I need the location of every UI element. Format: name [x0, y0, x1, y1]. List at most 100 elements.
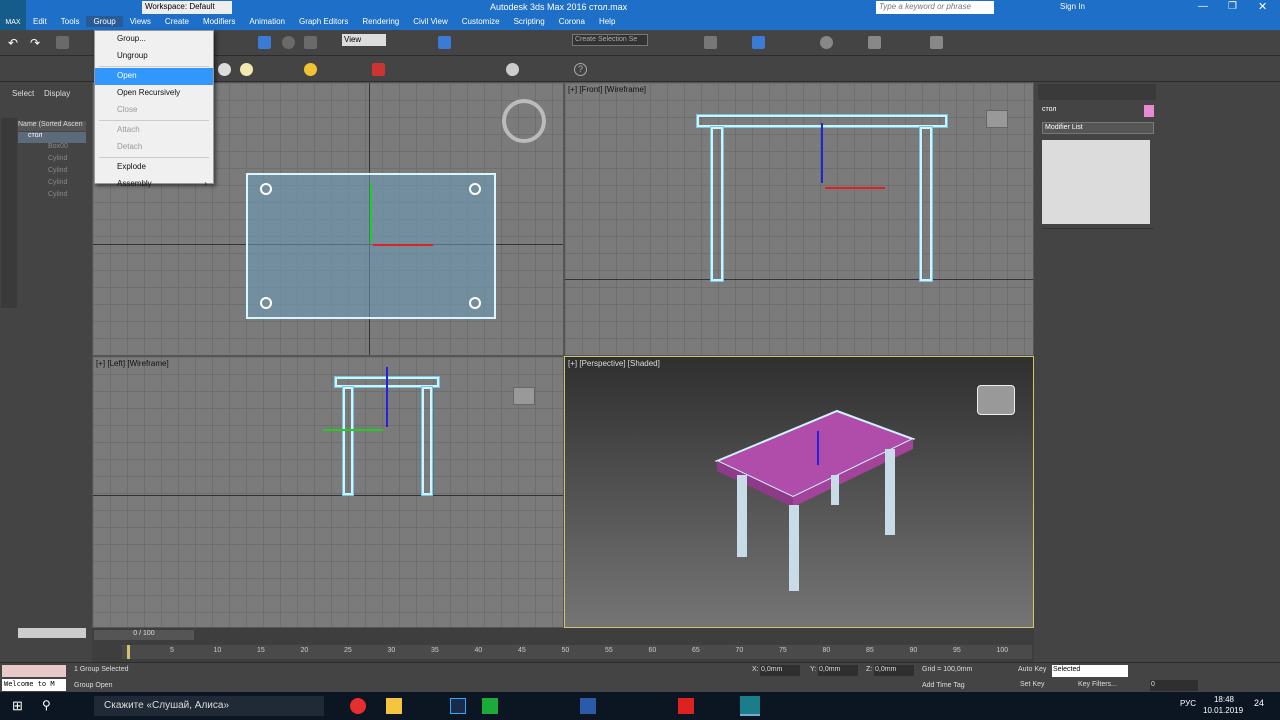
set-key-button[interactable]: Set Key — [1020, 681, 1045, 688]
menu-item-ungroup[interactable]: Ungroup — [95, 48, 213, 65]
link-icon[interactable] — [56, 36, 69, 49]
auto-key-button[interactable]: Auto Key — [1018, 666, 1046, 673]
gizmo-z-axis[interactable] — [386, 367, 388, 427]
clock-time[interactable]: 18:48 — [1206, 695, 1242, 704]
menu-civil-view[interactable]: Civil View — [406, 16, 455, 27]
selection-set-dropdown[interactable]: Create Selection Se — [572, 34, 648, 46]
menu-views[interactable]: Views — [123, 16, 158, 27]
viewcube-compass-icon[interactable] — [502, 99, 546, 143]
start-icon[interactable]: ⊞ — [12, 698, 23, 714]
sort-header[interactable]: Name (Sorted Ascen — [18, 121, 86, 131]
sphere-icon[interactable] — [218, 63, 231, 76]
tab-select[interactable]: Select — [12, 89, 34, 98]
x-coord[interactable]: 0,0mm — [760, 665, 800, 676]
leg-wire[interactable] — [920, 127, 932, 281]
gizmo-x-axis[interactable] — [825, 187, 885, 189]
render-setup-icon[interactable] — [868, 36, 881, 49]
menu-item-open-recursively[interactable]: Open Recursively — [95, 85, 213, 102]
workspace-dropdown[interactable]: Workspace: Default — [142, 1, 232, 14]
undo-icon[interactable]: ↶ — [8, 36, 21, 50]
move-icon[interactable] — [258, 36, 271, 49]
autocad-icon[interactable] — [678, 698, 694, 714]
gizmo-y-axis[interactable] — [370, 183, 372, 243]
table-perspective[interactable] — [565, 357, 1034, 628]
gizmo-x-axis[interactable] — [373, 244, 433, 246]
notifications-icon[interactable]: 24 — [1254, 698, 1264, 708]
horizontal-scrollbar[interactable] — [18, 628, 86, 638]
menu-item-open[interactable]: Open — [95, 68, 213, 85]
key-mode-dropdown[interactable]: Selected — [1052, 665, 1128, 677]
menu-scripting[interactable]: Scripting — [507, 16, 552, 27]
viewcube-icon[interactable] — [977, 385, 1015, 415]
viewcube-icon[interactable] — [513, 387, 535, 405]
assistant-search-box[interactable]: Скажите «Слушай, Алиса» — [94, 696, 324, 716]
track-bar[interactable]: 5 10 15 20 25 30 35 40 45 50 55 60 65 70 75 80 85 90 95 100 — [122, 645, 1032, 659]
3dsmax-taskbar-icon[interactable] — [740, 696, 760, 716]
language-indicator[interactable]: РУС — [1180, 699, 1196, 708]
redo-icon[interactable]: ↷ — [30, 36, 43, 50]
particle-icon[interactable] — [372, 63, 385, 76]
app-logo[interactable]: MAX — [0, 0, 26, 30]
menu-edit[interactable]: Edit — [26, 16, 54, 27]
material-sphere-icon[interactable] — [506, 63, 519, 76]
menu-group[interactable]: Group — [86, 16, 123, 27]
menu-customize[interactable]: Customize — [455, 16, 507, 27]
tree-item[interactable]: Cylind — [18, 167, 86, 179]
gizmo-z-axis[interactable] — [821, 123, 823, 183]
leg-wire[interactable] — [422, 387, 432, 495]
y-coord[interactable]: 0,0mm — [818, 665, 858, 676]
rotate-icon[interactable] — [282, 36, 295, 49]
menu-item-explode[interactable]: Explode — [95, 159, 213, 176]
tree-item[interactable]: Cylind — [18, 155, 86, 167]
light-icon[interactable] — [240, 63, 253, 76]
opera-icon[interactable] — [350, 698, 366, 714]
search-icon[interactable]: ⚲ — [42, 698, 51, 712]
explorer-icon[interactable] — [386, 698, 402, 714]
menu-rendering[interactable]: Rendering — [355, 16, 406, 27]
maxscript-listener[interactable] — [2, 665, 66, 677]
z-coord[interactable]: 0,0mm — [874, 665, 914, 676]
tab-display[interactable]: Display — [44, 89, 70, 98]
viewport-left[interactable]: [+] [Left] [Wireframe] — [92, 356, 564, 628]
add-time-tag[interactable]: Add Time Tag — [922, 682, 965, 689]
menu-help[interactable]: Help — [592, 16, 622, 27]
maximize-icon[interactable]: ❐ — [1228, 1, 1237, 12]
snap-icon[interactable] — [438, 36, 451, 49]
word-icon[interactable] — [580, 698, 596, 714]
scale-icon[interactable] — [304, 36, 317, 49]
welcome-field[interactable]: Welcome to M — [2, 679, 66, 691]
object-color-swatch[interactable] — [1144, 105, 1154, 117]
render-icon[interactable] — [930, 36, 943, 49]
menu-create[interactable]: Create — [158, 16, 196, 27]
tree-item[interactable]: Cylind — [18, 191, 86, 203]
menu-graph-editors[interactable]: Graph Editors — [292, 16, 355, 27]
menu-animation[interactable]: Animation — [242, 16, 292, 27]
time-marker[interactable] — [127, 645, 130, 659]
key-filters-button[interactable]: Key Filters... — [1078, 681, 1117, 688]
app-icon[interactable] — [482, 698, 498, 714]
photoshop-icon[interactable] — [450, 698, 466, 714]
reference-coord-dropdown[interactable]: View — [342, 34, 386, 46]
clock-date[interactable]: 10.01.2019 — [1203, 706, 1243, 715]
sign-in-link[interactable]: Sign In — [1060, 2, 1085, 11]
modifier-list-dropdown[interactable]: Modifier List — [1042, 122, 1154, 134]
close-icon[interactable]: ✕ — [1258, 0, 1267, 13]
gizmo-y-axis[interactable] — [323, 429, 383, 431]
viewport-front[interactable]: [+] [Front] [Wireframe] — [564, 82, 1034, 356]
help-icon[interactable]: ? — [574, 63, 587, 76]
time-slider[interactable]: 0 / 100 — [94, 630, 194, 640]
tree-item[interactable]: Cylind — [18, 179, 86, 191]
tree-root[interactable]: стол — [18, 132, 86, 143]
sun-icon[interactable] — [304, 63, 317, 76]
tree-item[interactable]: Box00 — [18, 143, 86, 155]
curve-editor-icon[interactable] — [752, 36, 765, 49]
current-frame-field[interactable]: 0 — [1150, 680, 1198, 691]
search-input[interactable]: Type a keyword or phrase — [876, 1, 994, 14]
menu-item-group[interactable]: Group... — [95, 31, 213, 48]
minimize-icon[interactable]: — — [1198, 1, 1208, 12]
command-tabs[interactable] — [1038, 84, 1156, 100]
viewport-label[interactable]: [+] [Front] [Wireframe] — [568, 85, 646, 94]
menu-tools[interactable]: Tools — [54, 16, 87, 27]
viewcube-icon[interactable] — [986, 110, 1008, 128]
material-editor-icon[interactable] — [820, 36, 833, 49]
